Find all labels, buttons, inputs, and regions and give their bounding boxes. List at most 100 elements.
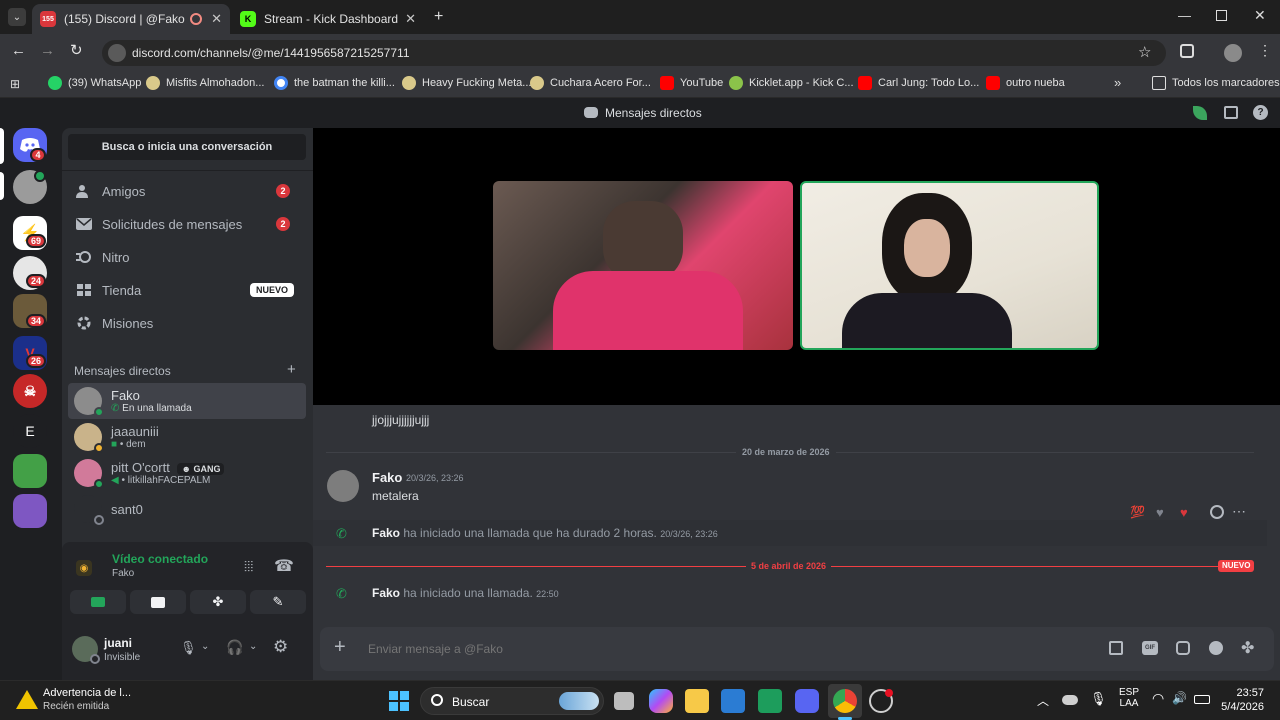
bookmark-kicklet[interactable]: Kicklet.app - Kick C...	[729, 76, 854, 90]
back-button[interactable]: ←	[11, 42, 26, 59]
task-view-icon[interactable]	[614, 692, 634, 710]
bookmark-whatsapp[interactable]: (39) WhatsApp	[48, 76, 141, 90]
server-badge: 69	[26, 234, 47, 248]
microphone-tray-icon[interactable]: 🎙	[1090, 691, 1107, 707]
tab-kick[interactable]: K Stream - Kick Dashboard ✕	[232, 4, 424, 34]
site-info-icon[interactable]	[108, 44, 126, 62]
nav-nitro[interactable]: Nitro	[68, 241, 306, 273]
clock-date[interactable]: 5/4/2026	[1208, 701, 1264, 713]
message-author[interactable]: Fako	[372, 470, 402, 485]
headphones-icon[interactable]: 🎧	[226, 639, 243, 656]
server-icon[interactable]	[13, 494, 47, 528]
language-indicator[interactable]: ESP LAA	[1118, 687, 1140, 709]
bookmark-star-icon[interactable]: ☆	[1138, 43, 1151, 61]
extensions-icon[interactable]	[1180, 44, 1194, 58]
discord-taskbar-icon[interactable]	[795, 689, 819, 713]
wifi-icon[interactable]: ◠	[1152, 690, 1164, 707]
camera-button[interactable]	[70, 590, 126, 614]
all-bookmarks[interactable]: Todos los marcadores	[1152, 76, 1280, 90]
show-hidden-icons[interactable]: ︿	[1037, 692, 1049, 709]
video-tile-user[interactable]	[800, 181, 1099, 350]
more-bookmarks-icon[interactable]: »	[1114, 75, 1121, 90]
bookmark-outro[interactable]: outro nueba	[986, 76, 1065, 90]
bookmark-misfits[interactable]: Misfits Almohadon...	[146, 76, 264, 90]
create-dm-button[interactable]: +	[287, 361, 296, 378]
search-conversation-button[interactable]: Busca o inicia una conversación	[68, 134, 306, 160]
close-window-button[interactable]: ✕	[1254, 7, 1266, 24]
file-explorer-icon[interactable]	[685, 689, 709, 713]
nav-quests[interactable]: Misiones	[68, 307, 306, 339]
activities-button[interactable]: ✤	[190, 590, 246, 614]
dm-item-pitt[interactable]: pitt O'cortt ☻ GANG ◀ • litkillahFACEPAL…	[68, 455, 306, 491]
profile-avatar[interactable]	[1224, 44, 1242, 62]
notification-title[interactable]: Advertencia de l...	[43, 687, 131, 699]
forward-button[interactable]: →	[40, 42, 55, 59]
taskbar-search[interactable]: Buscar	[420, 687, 604, 715]
attach-plus-icon[interactable]: +	[334, 637, 346, 657]
close-tab-icon[interactable]: ✕	[211, 11, 222, 27]
chrome-icon[interactable]	[833, 689, 857, 713]
excel-icon[interactable]	[758, 689, 782, 713]
start-button[interactable]	[389, 691, 409, 711]
screen-share-button[interactable]	[130, 590, 186, 614]
dm-item-fako[interactable]: Fako ✆ En una llamada	[68, 383, 306, 419]
gift-icon[interactable]	[1109, 641, 1123, 655]
gif-icon[interactable]: GIF	[1142, 641, 1158, 655]
server-icon[interactable]	[13, 454, 47, 488]
message-input[interactable]	[368, 639, 1068, 659]
settings-gear-icon[interactable]: ⚙	[273, 637, 288, 657]
dm-item-sant0[interactable]: sant0	[68, 491, 306, 527]
close-tab-icon[interactable]: ✕	[405, 11, 416, 27]
soundboard-button[interactable]: ✎	[250, 590, 306, 614]
help-icon[interactable]: ?	[1253, 105, 1268, 120]
copilot-icon[interactable]	[649, 689, 673, 713]
bookmark-youtube[interactable]: YouTube	[660, 76, 723, 90]
noise-suppression-icon[interactable]: ⦙⦙⦙	[244, 558, 253, 575]
voice-channel-name[interactable]: Fako	[112, 568, 134, 579]
leaf-icon[interactable]	[1193, 106, 1207, 120]
tab-discord[interactable]: 155 (155) Discord | @Fako ✕	[32, 4, 230, 34]
address-bar[interactable]: discord.com/channels/@me/144195658721525…	[102, 40, 1166, 66]
volume-icon[interactable]: 🔊	[1172, 691, 1187, 705]
dm-item-jaaauniii[interactable]: jaaauniii ■ • dem	[68, 419, 306, 455]
browser-menu-icon[interactable]: ⋮	[1258, 42, 1272, 59]
apps-icon[interactable]: ✤	[1241, 638, 1254, 658]
new-tab-button[interactable]: +	[434, 8, 443, 26]
add-reaction-icon[interactable]	[1210, 505, 1224, 519]
disconnect-icon[interactable]: ☎	[274, 556, 294, 576]
bookmark-carl-jung[interactable]: Carl Jung: Todo Lo...	[858, 76, 979, 90]
nav-shop[interactable]: Tienda NUEVO	[68, 274, 306, 306]
emoji-icon[interactable]	[1209, 641, 1223, 655]
reaction-hundred-icon[interactable]: 💯	[1130, 505, 1145, 519]
nav-message-requests[interactable]: Solicitudes de mensajes 2	[68, 208, 306, 240]
message-text: metalera	[372, 489, 419, 503]
message-avatar[interactable]	[327, 470, 359, 502]
inbox-icon[interactable]	[1224, 106, 1238, 119]
more-options-icon[interactable]: ⋯	[1232, 503, 1246, 520]
headphones-options-chevron-icon[interactable]: ⌄	[249, 641, 257, 652]
server-icon[interactable]: E	[13, 414, 47, 448]
bookmark-batman[interactable]: the batman the killi...	[274, 76, 395, 90]
server-icon[interactable]: ☠	[13, 374, 47, 408]
mic-options-chevron-icon[interactable]: ⌄	[201, 641, 209, 652]
reaction-heart-gray-icon[interactable]: ♥	[1156, 505, 1164, 520]
nav-friends[interactable]: Amigos 2	[68, 175, 306, 207]
bookmark-heavy[interactable]: Heavy Fucking Meta...	[402, 76, 531, 90]
username[interactable]: juani	[104, 636, 132, 650]
tab-search-button[interactable]: ⌄	[8, 8, 26, 26]
kick-favicon-icon: K	[240, 11, 256, 27]
microphone-icon[interactable]: 🎙	[180, 640, 197, 656]
bookmark-cuchara[interactable]: Cuchara Acero For...	[530, 76, 651, 90]
maximize-button[interactable]	[1216, 10, 1227, 21]
apps-grid-icon[interactable]: ⊞	[10, 77, 20, 91]
word-icon[interactable]	[721, 689, 745, 713]
reaction-heart-red-icon[interactable]: ♥	[1180, 505, 1188, 520]
video-tile-fako[interactable]	[493, 181, 793, 350]
minimize-button[interactable]: —	[1178, 8, 1191, 23]
onedrive-icon[interactable]	[1062, 695, 1078, 705]
user-avatar[interactable]	[72, 636, 100, 664]
voice-status-title[interactable]: Vídeo conectado	[112, 552, 208, 566]
sticker-icon[interactable]	[1176, 641, 1190, 655]
clock-time[interactable]: 23:57	[1222, 687, 1264, 699]
reload-button[interactable]: ↻	[70, 41, 83, 59]
